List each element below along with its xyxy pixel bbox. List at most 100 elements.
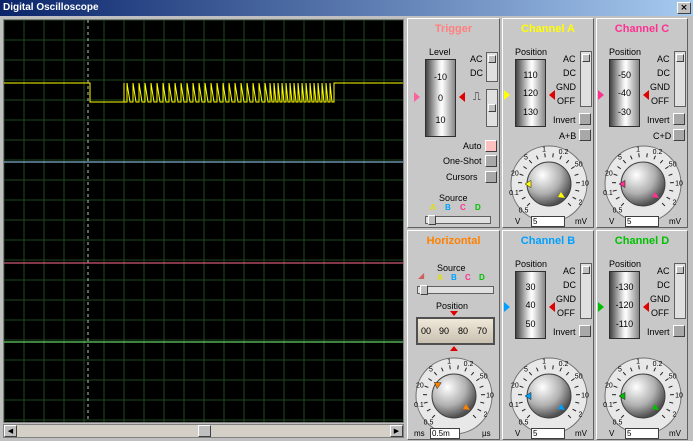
trigger-source-slider[interactable] xyxy=(425,215,491,225)
timebase-unit-ms: ms xyxy=(414,429,425,438)
svg-text:1: 1 xyxy=(542,358,546,365)
channel-c-value-input[interactable]: 5 xyxy=(625,216,659,227)
horizontal-source-label: Source xyxy=(437,263,466,273)
svg-text:0.5: 0.5 xyxy=(519,207,529,214)
channel-b-coupling-switch[interactable] xyxy=(580,263,592,319)
horizontal-position-dial[interactable]: 00 90 80 70 xyxy=(416,317,495,345)
channel-b-title: Channel B xyxy=(520,235,576,247)
scroll-right-icon[interactable]: ▶ xyxy=(390,425,403,437)
dial-value: 90 xyxy=(439,326,450,336)
trigger-level-drum[interactable]: -10 0 10 xyxy=(425,59,456,137)
drum-value: 0 xyxy=(437,93,443,103)
scroll-left-icon[interactable]: ◀ xyxy=(4,425,17,437)
position-marker-left-icon xyxy=(504,302,510,312)
channel-c-coupling-switch[interactable] xyxy=(674,51,686,107)
coupling-ac: AC xyxy=(657,266,670,276)
drum-value: 10 xyxy=(435,115,446,125)
h-source-d: D xyxy=(479,273,485,282)
coupling-dc: DC xyxy=(657,68,670,78)
channel-a-invert-button[interactable] xyxy=(579,113,591,125)
svg-text:0.5: 0.5 xyxy=(519,419,529,426)
position-marker-right-icon xyxy=(643,90,649,100)
window-title: Digital Oscilloscope xyxy=(3,2,99,13)
channel-c-position-drum[interactable]: -50 -40 -30 xyxy=(609,59,640,127)
cursors-button[interactable] xyxy=(485,171,497,183)
channel-d-position-drum[interactable]: -130 -120 -110 xyxy=(609,271,640,339)
coupling-off: OFF xyxy=(651,96,669,106)
drum-value: -50 xyxy=(617,70,631,80)
svg-text:10: 10 xyxy=(675,180,683,187)
h-source-a: A xyxy=(437,273,443,282)
svg-text:20: 20 xyxy=(511,383,519,390)
level-label: Level xyxy=(429,47,451,57)
svg-text:10: 10 xyxy=(486,392,494,399)
position-marker-right-icon xyxy=(643,302,649,312)
drum-value: -130 xyxy=(615,282,634,292)
svg-text:10: 10 xyxy=(675,392,683,399)
svg-text:0.1: 0.1 xyxy=(603,190,613,197)
channel-a-coupling-switch[interactable] xyxy=(580,51,592,107)
svg-text:5: 5 xyxy=(524,154,528,161)
coupling-ac: AC xyxy=(657,54,670,64)
channel-a-value-input[interactable]: 5 xyxy=(531,216,565,227)
coupling-dc: DC xyxy=(657,280,670,290)
channel-b-position-drum[interactable]: 30 40 50 xyxy=(515,271,546,339)
horizontal-scrollbar[interactable]: ◀ ▶ xyxy=(3,424,404,438)
drum-value: 130 xyxy=(522,107,539,117)
dial-value: 70 xyxy=(477,326,488,336)
svg-text:0.1: 0.1 xyxy=(509,190,519,197)
unit-left: V xyxy=(609,217,615,226)
oscilloscope-screen xyxy=(3,19,404,423)
svg-text:2: 2 xyxy=(578,200,582,207)
svg-text:5: 5 xyxy=(429,366,433,373)
channel-d-invert-button[interactable] xyxy=(673,325,685,337)
coupling-ac-label: AC xyxy=(470,54,483,64)
channel-d-coupling-switch[interactable] xyxy=(674,263,686,319)
svg-text:1: 1 xyxy=(542,146,546,153)
drum-value: 110 xyxy=(523,70,538,80)
channel-d-value-input[interactable]: 5 xyxy=(625,428,659,439)
drum-value: -10 xyxy=(433,72,447,82)
coupling-switch[interactable] xyxy=(486,52,498,82)
close-button[interactable]: × xyxy=(677,2,691,14)
drum-value: 50 xyxy=(525,319,536,329)
channel-a-position-drum[interactable]: 110 120 130 xyxy=(515,59,546,127)
channel-d-position-label: Position xyxy=(609,259,642,269)
position-marker-top-icon xyxy=(450,311,458,316)
drum-value: -30 xyxy=(617,107,631,117)
svg-text:20: 20 xyxy=(416,383,424,390)
svg-text:50: 50 xyxy=(669,374,677,381)
horizontal-source-slider[interactable] xyxy=(417,285,494,295)
oneshot-button[interactable] xyxy=(485,155,497,167)
channel-b-value-input[interactable]: 5 xyxy=(531,428,565,439)
channel-c-position-label: Position xyxy=(609,47,642,57)
svg-text:50: 50 xyxy=(480,374,488,381)
svg-text:5: 5 xyxy=(618,154,622,161)
channel-b-invert-button[interactable] xyxy=(579,325,591,337)
coupling-dc: DC xyxy=(563,68,576,78)
auto-button[interactable] xyxy=(485,140,497,152)
horizontal-position-label: Position xyxy=(436,301,469,311)
scroll-thumb[interactable] xyxy=(198,425,211,437)
svg-text:0.5: 0.5 xyxy=(424,419,434,426)
channel-c-panel: Channel C Position -50 -40 -30 AC DC GND… xyxy=(596,18,688,228)
horizontal-panel: Horizontal Source ◢ A B C D Position 00 … xyxy=(407,230,500,440)
position-marker-right-icon xyxy=(549,90,555,100)
cursors-label: Cursors xyxy=(446,172,478,182)
edge-switch[interactable] xyxy=(486,89,498,127)
position-marker-left-icon xyxy=(598,90,604,100)
svg-text:0.1: 0.1 xyxy=(414,402,424,409)
coupling-ac: AC xyxy=(563,54,576,64)
source-b: B xyxy=(445,203,451,212)
coupling-ac: AC xyxy=(563,266,576,276)
timebase-value-input[interactable]: 0.5m xyxy=(430,428,460,439)
svg-text:0.5: 0.5 xyxy=(613,207,623,214)
coupling-dc: DC xyxy=(563,280,576,290)
svg-text:20: 20 xyxy=(605,383,613,390)
coupling-dc-label: DC xyxy=(470,68,483,78)
ramp-icon: ◢ xyxy=(418,271,425,280)
invert-label: Invert xyxy=(647,115,670,125)
channel-c-invert-button[interactable] xyxy=(673,113,685,125)
unit-right: mV xyxy=(669,429,681,438)
h-source-c: C xyxy=(465,273,471,282)
